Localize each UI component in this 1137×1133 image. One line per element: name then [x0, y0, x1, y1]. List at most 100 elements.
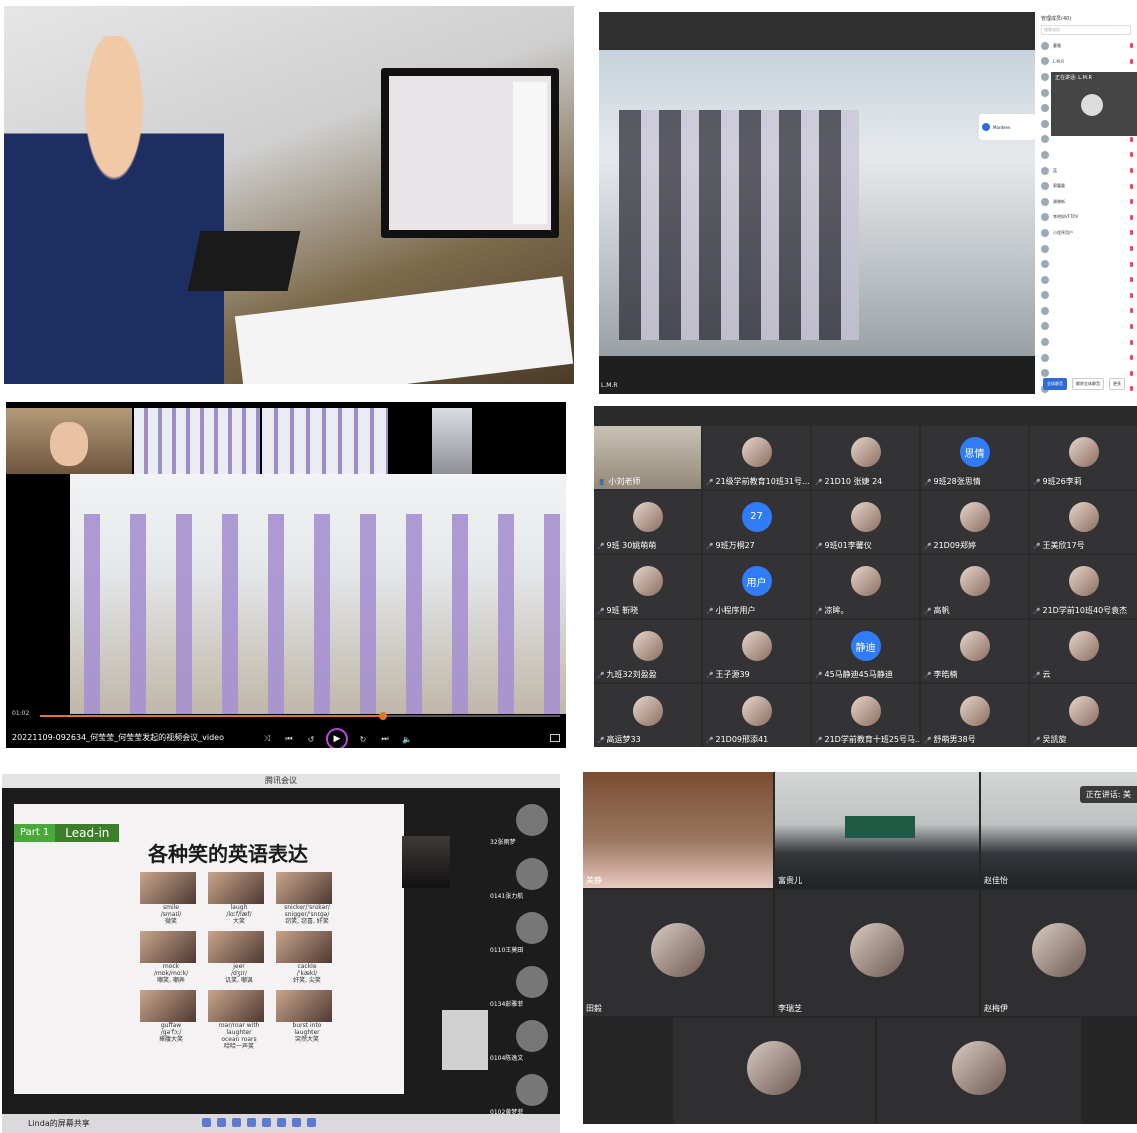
volume-icon[interactable]: 🔈: [400, 735, 414, 744]
video-tile[interactable]: [673, 1018, 875, 1124]
participant-float-card[interactable]: Mardeen: [979, 114, 1035, 140]
participant-tile[interactable]: 思情 9班28张思情: [921, 426, 1028, 489]
side-participant[interactable]: 32张雨梦: [490, 804, 550, 846]
roster-item[interactable]: 谢晓新: [1035, 194, 1137, 210]
roster-item[interactable]: [1035, 272, 1137, 288]
mic-muted-icon[interactable]: [1130, 370, 1133, 376]
participant-tile[interactable]: 凉眸。: [812, 555, 919, 618]
participant-tile[interactable]: 21级学前教育10班31号...: [703, 426, 810, 489]
mic-muted-icon[interactable]: [1130, 277, 1133, 283]
video-tile[interactable]: 美静: [583, 772, 773, 888]
progress-knob[interactable]: [379, 712, 388, 720]
play-button[interactable]: ▶: [326, 728, 348, 748]
roster-item[interactable]: 郭露露: [1035, 178, 1137, 194]
app-icon[interactable]: [217, 1118, 226, 1127]
video-tile[interactable]: 赵梅伊: [981, 890, 1137, 1016]
participant-tile[interactable]: 用户小程序用户: [703, 555, 810, 618]
app-icon[interactable]: [277, 1118, 286, 1127]
thumbnail-dancers-2[interactable]: [262, 408, 388, 474]
search-input[interactable]: 搜索成员: [1041, 25, 1131, 35]
app-icon[interactable]: [202, 1118, 211, 1127]
participant-tile[interactable]: 21D09邢添41: [703, 684, 810, 747]
participant-tile[interactable]: 21D学前10班40号袁杰: [1030, 555, 1137, 618]
participant-tile[interactable]: 9班01李馨仪: [812, 490, 919, 554]
mic-muted-icon[interactable]: [1130, 339, 1133, 345]
participant-tile[interactable]: 吴凯旋: [1030, 684, 1137, 747]
side-participant[interactable]: 0104陈逸文: [490, 1020, 550, 1062]
side-participant[interactable]: 0110王莫田: [490, 912, 550, 954]
participant-tile[interactable]: 王美欣17号: [1030, 490, 1137, 554]
mic-muted-icon[interactable]: [1130, 183, 1133, 189]
previous-icon[interactable]: ⏮: [282, 734, 296, 744]
shuffle-icon[interactable]: ⤨: [260, 734, 274, 744]
video-tile[interactable]: 富贵儿: [775, 772, 979, 888]
participant-tile[interactable]: 27 9班万桐27: [703, 490, 810, 554]
mic-muted-icon[interactable]: [1130, 152, 1133, 158]
participant-tile[interactable]: 李皓楠: [921, 619, 1028, 683]
roster-item[interactable]: 蓝: [1035, 163, 1137, 179]
roster-item[interactable]: 曹雅: [1035, 38, 1137, 54]
mic-muted-icon[interactable]: [1130, 43, 1133, 49]
roster-item[interactable]: 小程序用户: [1035, 225, 1137, 241]
roster-item[interactable]: [1035, 334, 1137, 350]
roster-item[interactable]: 李明如VFTOV: [1035, 210, 1137, 226]
app-icon[interactable]: [232, 1118, 241, 1127]
mute-all-button[interactable]: 全体静音: [1043, 378, 1067, 390]
mic-muted-icon[interactable]: [1130, 199, 1133, 205]
rewind-icon[interactable]: ↺: [304, 735, 318, 744]
roster-item[interactable]: [1035, 241, 1137, 257]
roster-item[interactable]: [1035, 303, 1137, 319]
participant-tile[interactable]: 21D10 张婕 24: [812, 426, 919, 489]
app-icon[interactable]: [247, 1118, 256, 1127]
mic-muted-icon[interactable]: [1130, 246, 1133, 252]
participant-tile[interactable]: 21D学前教育十班25号马...: [812, 684, 923, 747]
mic-muted-icon[interactable]: [1130, 168, 1133, 174]
mic-muted-icon[interactable]: [1130, 386, 1133, 392]
video-tile[interactable]: 李瑞芝: [775, 890, 979, 1016]
mic-muted-icon[interactable]: [1130, 230, 1133, 236]
app-icon[interactable]: [292, 1118, 301, 1127]
participant-tile[interactable]: 高运梦33: [594, 684, 701, 747]
video-tile[interactable]: 田毅: [583, 890, 773, 1016]
participant-tile[interactable]: 高帆: [921, 555, 1028, 618]
side-participant[interactable]: 0102黄梦菲: [490, 1074, 550, 1116]
mic-muted-icon[interactable]: [1130, 214, 1133, 220]
roster-item[interactable]: [1035, 288, 1137, 304]
participant-tile[interactable]: 静迪 45马静迪45马静迪: [812, 619, 919, 683]
participant-tile[interactable]: 九班32刘盈盈: [594, 619, 701, 683]
side-participant[interactable]: 0134彭雅菲: [490, 966, 550, 1008]
mic-muted-icon[interactable]: [1130, 323, 1133, 329]
mic-muted-icon[interactable]: [1130, 355, 1133, 361]
thumbnail-teacher[interactable]: [6, 408, 132, 474]
roster-item[interactable]: [1035, 350, 1137, 366]
unmute-all-button[interactable]: 解除全体静音: [1072, 378, 1104, 390]
fullscreen-icon[interactable]: [550, 734, 560, 742]
mic-muted-icon[interactable]: [1130, 58, 1133, 64]
participant-tile[interactable]: 云: [1030, 619, 1137, 683]
next-icon[interactable]: ⏭: [378, 734, 392, 744]
forward-icon[interactable]: ↻: [356, 735, 370, 744]
roster-item[interactable]: [1035, 319, 1137, 335]
participant-tile[interactable]: 9班 30姚萌萌: [594, 490, 701, 554]
more-button[interactable]: 更多: [1109, 378, 1125, 390]
roster-item[interactable]: [1035, 256, 1137, 272]
participant-tile[interactable]: 舒萌男38号: [921, 684, 1028, 747]
thumbnail-dancer-3[interactable]: [432, 408, 472, 474]
roster-item[interactable]: L.M.R: [1035, 54, 1137, 70]
progress-bar[interactable]: [40, 712, 560, 720]
mic-muted-icon[interactable]: [1130, 136, 1133, 142]
participant-tile[interactable]: 9班 靳晓: [594, 555, 701, 618]
app-icon[interactable]: [262, 1118, 271, 1127]
mic-muted-icon[interactable]: [1130, 308, 1133, 314]
participant-tile[interactable]: 9班26李莉: [1030, 426, 1137, 489]
thumbnail-dancers-1[interactable]: [134, 408, 260, 474]
participant-tile[interactable]: 王子源39: [703, 619, 810, 683]
app-icon[interactable]: [307, 1118, 316, 1127]
participant-tile[interactable]: 小刘老师: [594, 426, 701, 489]
video-tile[interactable]: [877, 1018, 1081, 1124]
participant-tile[interactable]: 21D09郑婷: [921, 490, 1028, 554]
mic-muted-icon[interactable]: [1130, 292, 1133, 298]
side-participant[interactable]: 0141张力航: [490, 858, 550, 900]
mic-muted-icon[interactable]: [1130, 261, 1133, 267]
roster-item[interactable]: [1035, 147, 1137, 163]
